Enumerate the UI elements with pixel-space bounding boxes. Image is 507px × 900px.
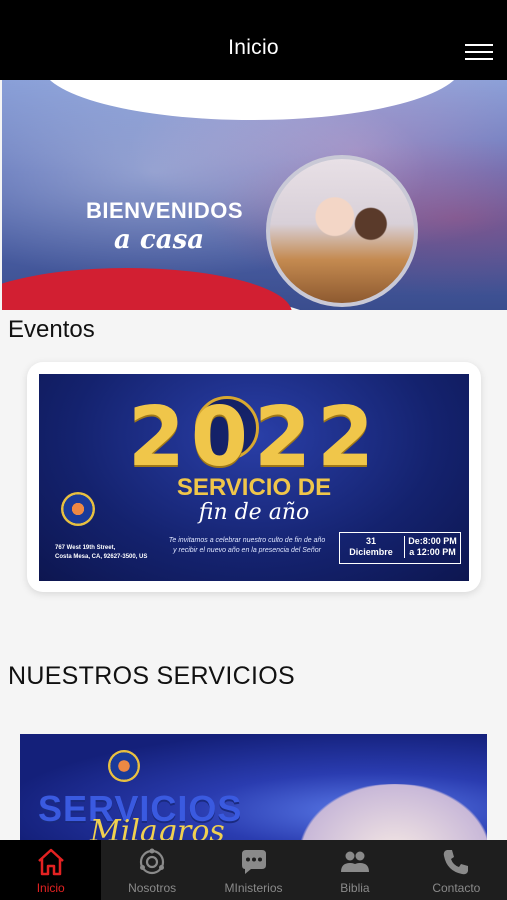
events-section-title: Eventos bbox=[8, 316, 95, 343]
event-address: 767 West 19th Street, Costa Mesa, CA, 92… bbox=[55, 545, 148, 560]
event-month: Diciembre bbox=[349, 547, 393, 557]
chat-bubble-icon bbox=[241, 850, 266, 874]
bottom-tab-bar: Inicio Nosotros MInisterios Biblia Conta… bbox=[0, 840, 507, 900]
welcome-subheading: a casa bbox=[114, 225, 205, 255]
event-service-title: SERVICIO DE bbox=[176, 474, 332, 501]
top-app-bar: Inicio bbox=[0, 0, 507, 80]
pastors-photo bbox=[266, 155, 418, 307]
hands-illustration bbox=[300, 784, 487, 844]
event-flyer-image[interactable]: 2022 SERVICIO DE fin de año 767 West 19t… bbox=[39, 374, 469, 581]
page-title: Inicio bbox=[228, 36, 279, 59]
tab-ministerios[interactable]: MInisterios bbox=[203, 840, 304, 900]
group-icon bbox=[340, 851, 369, 872]
event-day: 31 bbox=[365, 536, 376, 546]
event-time-to: a 12:00 PM bbox=[409, 547, 456, 557]
tab-contacto[interactable]: Contacto bbox=[406, 840, 507, 900]
church-seal-icon bbox=[61, 492, 95, 526]
hamburger-menu-icon[interactable] bbox=[463, 40, 495, 62]
church-seal-icon bbox=[108, 750, 140, 782]
phone-icon bbox=[444, 850, 469, 875]
tab-inicio[interactable]: Inicio bbox=[0, 840, 102, 900]
services-section-title: NUESTROS SERVICIOS bbox=[8, 662, 295, 690]
welcome-heading: BIENVENIDOS bbox=[86, 198, 244, 223]
event-date-box: 31 Diciembre De:8:00 PM a 12:00 PM bbox=[339, 532, 461, 564]
tab-biblia[interactable]: Biblia bbox=[304, 840, 405, 900]
welcome-banner[interactable]: BIENVENIDOS a casa bbox=[2, 80, 507, 310]
home-icon bbox=[37, 848, 64, 876]
event-invitation-text: Te invitamos a celebrar nuestro culto de… bbox=[168, 537, 326, 554]
event-time-from: De:8:00 PM bbox=[408, 536, 457, 546]
event-service-script: fin de año bbox=[198, 500, 310, 525]
services-banner-image[interactable]: SERVICIOS Milagros bbox=[20, 734, 487, 844]
event-year: 2022 bbox=[127, 390, 381, 485]
tab-nosotros[interactable]: Nosotros bbox=[101, 840, 202, 900]
community-icon bbox=[140, 848, 165, 875]
event-card[interactable]: 2022 SERVICIO DE fin de año 767 West 19t… bbox=[27, 362, 481, 592]
